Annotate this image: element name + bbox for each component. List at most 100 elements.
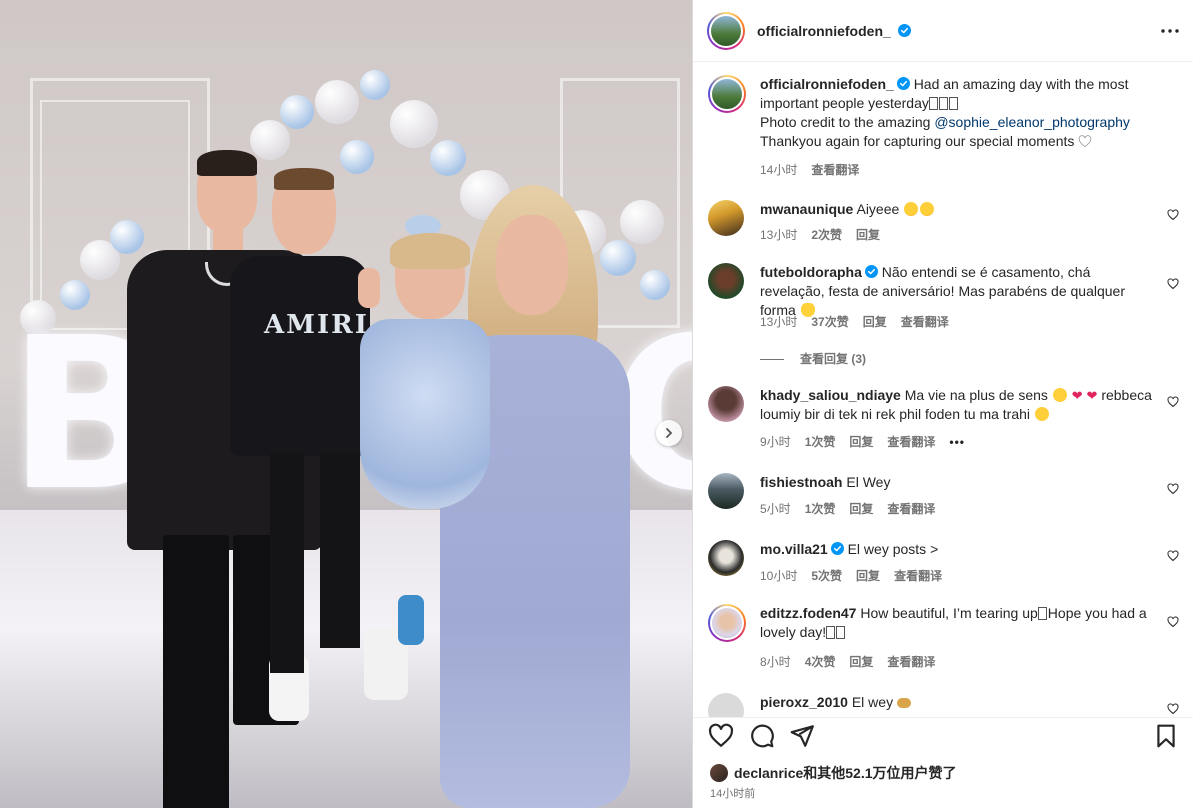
comment-like-count[interactable]: 5次赞 — [811, 569, 842, 583]
comment-translate-link[interactable]: 查看翻译 — [887, 502, 935, 516]
likes-summary[interactable]: declanrice和其他52.1万位用户赞了 — [710, 763, 957, 783]
like-comment-heart-icon[interactable] — [1167, 483, 1179, 495]
comment-translate-link[interactable]: 查看翻译 — [887, 655, 935, 669]
balloon — [600, 240, 636, 276]
verified-badge-icon — [830, 542, 844, 555]
comment-username[interactable]: pieroxz_2010 — [760, 694, 848, 710]
comment-item: mwanaunique Aiyeee 13小时 2次赞 回复 — [708, 200, 1183, 250]
comment-time: 13小时 — [760, 315, 798, 329]
comment-time: 9小时 — [760, 435, 791, 449]
shirt-print: AMIRI — [264, 310, 369, 340]
more-dots-icon — [1161, 29, 1179, 33]
comment-username[interactable]: editzz.foden47 — [760, 605, 856, 621]
dog-emoji-icon — [896, 698, 911, 708]
commenter-avatar[interactable] — [708, 200, 744, 236]
balloon — [110, 220, 144, 254]
like-comment-heart-icon[interactable] — [1167, 396, 1179, 408]
comment-item: pieroxz_2010 El wey — [708, 693, 1183, 717]
author-username[interactable]: officialronniefoden_ — [757, 23, 891, 39]
comment-translate-link[interactable]: 查看翻译 — [901, 315, 949, 329]
liker-avatar[interactable] — [710, 764, 728, 782]
like-comment-heart-icon[interactable] — [1167, 209, 1179, 221]
post-photo[interactable]: B O AMIRI — [0, 0, 692, 808]
comment-meta: 13小时 2次赞 回复 — [760, 226, 894, 243]
comment-meta: 9小时 1次赞 回复 查看翻译 ••• — [760, 433, 979, 450]
comment-reply-button[interactable]: 回复 — [856, 569, 880, 583]
comment-translate-link[interactable]: 查看翻译 — [894, 569, 942, 583]
commenter-avatar[interactable] — [708, 473, 744, 509]
comment-like-count[interactable]: 37次赞 — [811, 315, 848, 329]
comment-reply-button[interactable]: 回复 — [856, 228, 880, 242]
caption-text: officialronniefoden_ Had an amazing day … — [760, 75, 1155, 151]
author-avatar[interactable] — [707, 12, 745, 50]
comment-bubble-icon[interactable] — [749, 723, 775, 749]
comment-translate-link[interactable]: 查看翻译 — [887, 435, 935, 449]
like-heart-icon[interactable] — [708, 723, 734, 749]
like-comment-heart-icon[interactable] — [1167, 550, 1179, 562]
comment-username[interactable]: mo.villa21 — [760, 541, 828, 557]
comment-like-count[interactable]: 4次赞 — [805, 655, 836, 669]
view-replies-label: 查看回复 (3) — [800, 352, 867, 366]
post-header: officialronniefoden_ — [693, 0, 1193, 62]
heart-eyes-emoji-icon — [920, 202, 935, 216]
comment-body: El wey — [851, 694, 894, 710]
comment-reply-button[interactable]: 回复 — [863, 315, 887, 329]
comment-body: El Wey — [846, 474, 891, 490]
comment-like-count[interactable]: 1次赞 — [805, 435, 836, 449]
post-timestamp[interactable]: 14小时前 — [710, 785, 755, 801]
view-replies-button[interactable]: 查看回复 (3) — [760, 350, 866, 367]
like-comment-heart-icon[interactable] — [1167, 278, 1179, 290]
commenter-avatar[interactable] — [708, 540, 744, 576]
broken-heart-emoji-icon: ❤ — [1086, 388, 1098, 403]
caption-translate-link[interactable]: 查看翻译 — [811, 163, 859, 177]
comment-item: khady_saliou_ndiaye Ma vie na plus de se… — [708, 386, 1183, 456]
balloon — [390, 100, 438, 148]
comment-username[interactable]: khady_saliou_ndiaye — [760, 387, 901, 403]
chevron-right-icon — [666, 428, 673, 438]
comment-username[interactable]: fishiestnoah — [760, 474, 842, 490]
comment-username[interactable]: futeboldorapha — [760, 264, 862, 280]
comment-like-count[interactable]: 2次赞 — [811, 228, 842, 242]
commenter-avatar[interactable] — [708, 263, 744, 299]
commenter-avatar[interactable] — [708, 693, 744, 717]
save-bookmark-icon[interactable] — [1153, 723, 1179, 749]
balloon — [620, 200, 664, 244]
post-side-panel: officialronniefoden_ officialronniefoden… — [692, 0, 1193, 808]
comment-more-options-icon[interactable]: ••• — [949, 435, 965, 449]
more-options-button[interactable] — [1158, 20, 1182, 42]
share-paper-plane-icon[interactable] — [789, 723, 815, 749]
comment-meta: 10小时 5次赞 回复 查看翻译 — [760, 567, 956, 584]
balloon — [430, 140, 466, 176]
comment-username[interactable]: mwanaunique — [760, 201, 853, 217]
comment-like-count[interactable]: 1次赞 — [805, 502, 836, 516]
balloon — [250, 120, 290, 160]
likes-text[interactable]: declanrice和其他52.1万位用户赞了 — [734, 763, 957, 783]
white-heart-emoji-icon — [1079, 135, 1092, 148]
comment-body: How beautiful, I’m tearing up — [860, 605, 1038, 621]
caption-mention-link[interactable]: @sophie_eleanor_photography — [934, 114, 1130, 130]
comment-item: mo.villa21 El wey posts > 10小时 5次赞 回复 查看翻译 — [708, 540, 1183, 590]
crying-face-emoji-icon — [1052, 388, 1067, 402]
balloon — [360, 70, 390, 100]
caption-time: 14小时 — [760, 163, 798, 177]
like-comment-heart-icon[interactable] — [1167, 616, 1179, 628]
post-caption: officialronniefoden_ Had an amazing day … — [708, 75, 1183, 185]
comment-meta: 8小时 4次赞 回复 查看翻译 — [760, 653, 949, 670]
carousel-next-button[interactable] — [656, 420, 682, 446]
commenter-avatar[interactable] — [708, 386, 744, 422]
author-avatar[interactable] — [708, 75, 746, 113]
caption-line-3: Thankyou again for capturing our special… — [760, 133, 1075, 149]
commenter-avatar[interactable] — [708, 604, 746, 642]
balloon — [280, 95, 314, 129]
crying-face-emoji-icon — [1034, 407, 1049, 421]
comment-reply-button[interactable]: 回复 — [849, 502, 873, 516]
caption-line-2: Photo credit to the amazing — [760, 114, 935, 130]
caption-username[interactable]: officialronniefoden_ — [760, 76, 894, 92]
balloon — [340, 140, 374, 174]
comment-time: 13小时 — [760, 228, 798, 242]
comment-reply-button[interactable]: 回复 — [849, 655, 873, 669]
replies-divider-line — [760, 359, 784, 361]
comment-reply-button[interactable]: 回复 — [849, 435, 873, 449]
comment-text: editzz.foden47 How beautiful, I’m tearin… — [760, 604, 1155, 642]
like-comment-heart-icon[interactable] — [1167, 703, 1179, 715]
